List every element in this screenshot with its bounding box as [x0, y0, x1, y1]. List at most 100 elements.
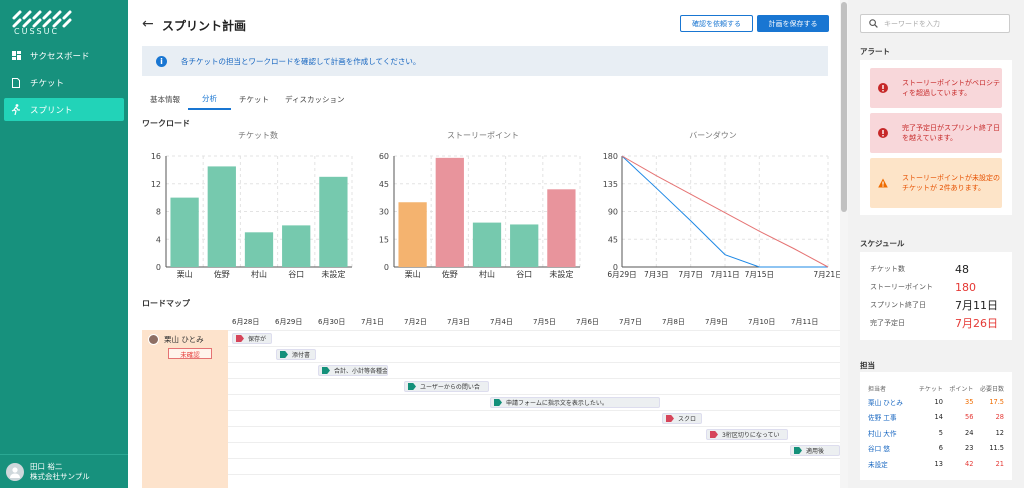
y-tick-label: 4: [156, 235, 161, 244]
schedule-label: 完了予定日: [870, 319, 905, 327]
schedule-label: チケット数: [870, 265, 905, 273]
roadmap-row-line: [228, 474, 842, 475]
ticket-count: 10: [934, 397, 943, 406]
search-box[interactable]: キーワードを入力: [860, 14, 1010, 33]
info-message: 各チケットの担当とワークロードを確認して計画を作成してください。: [181, 56, 421, 66]
point-count: 24: [965, 428, 974, 437]
logo-text: CUSSUC: [14, 27, 60, 36]
tab-tickets[interactable]: チケット: [231, 88, 277, 110]
roadmap-task[interactable]: 保存が: [232, 333, 272, 344]
roadmap-date: 7月7日: [619, 318, 642, 326]
x-tick-label: 佐野: [442, 269, 458, 279]
x-tick-label: 栗山: [405, 269, 421, 279]
roadmap-task[interactable]: 適用後: [790, 445, 840, 456]
bar: [435, 157, 464, 267]
bar: [282, 225, 311, 267]
tag-icon: [710, 431, 718, 438]
y-tick-label: 45: [608, 235, 618, 244]
roadmap-date: 7月3日: [447, 318, 470, 326]
y-tick-label: 0: [156, 263, 161, 272]
roadmap-date: 7月11日: [791, 318, 819, 326]
dashboard-icon: [10, 50, 22, 62]
roadmap-task[interactable]: ユーザーからの問い合: [404, 381, 489, 392]
schedule-row: 完了予定日 7月26日: [870, 314, 1005, 332]
back-arrow-icon[interactable]: ←: [142, 16, 154, 32]
page-title: スプリント計画: [162, 19, 247, 33]
point-count: 56: [965, 413, 974, 422]
task-label: ユーザーからの問い合: [420, 384, 480, 391]
table-row: 村山 大作 5 24 12: [868, 425, 1004, 441]
roadmap-task[interactable]: 3桁区切りになってい: [706, 429, 788, 440]
workload-heading: ワークロード: [142, 119, 190, 128]
assignee-link[interactable]: 佐野 工事: [868, 410, 912, 426]
burndown-line-chart: 045901351806月29日 7月3日 7月7日 7月11日 7月15日 7月21日: [603, 152, 842, 279]
nav-item-success-board[interactable]: サクセスボード: [4, 44, 124, 67]
request-review-button[interactable]: 確認を依頼する: [680, 15, 753, 32]
chart-title-points: ストーリーポイント: [447, 131, 519, 140]
table-row: 未設定 13 42 21: [868, 456, 1004, 472]
roadmap-task[interactable]: 申請フォームに指示文を表示したい。: [490, 397, 660, 408]
task-label: 合計、小計等各種金額: [334, 368, 388, 375]
roadmap-date: 7月2日: [404, 318, 427, 326]
roadmap-task[interactable]: 合計、小計等各種金額: [318, 365, 388, 376]
roadmap-task[interactable]: 添付書: [276, 349, 316, 360]
run-icon: [10, 104, 22, 116]
document-icon: [10, 77, 22, 89]
bar: [170, 197, 199, 267]
nav-label: サクセスボード: [30, 51, 90, 62]
col-assignee: 担当者: [868, 385, 887, 393]
save-plan-button[interactable]: 計画を保存する: [757, 15, 829, 32]
bar: [319, 176, 348, 267]
tag-icon: [408, 383, 416, 390]
nav-label: チケット: [30, 78, 65, 89]
tab-bar: 基本情報 分析 チケット ディスカッション: [142, 88, 352, 110]
schedule-value: 48: [955, 262, 969, 276]
alert-text: ストーリーポイントがベロシティを超過しています。: [902, 79, 1000, 97]
point-count: 23: [965, 444, 974, 453]
schedule-value: 7月26日: [955, 317, 998, 330]
task-label: 申請フォームに指示文を表示したい。: [506, 400, 608, 407]
schedule-label: ストーリーポイント: [870, 283, 933, 291]
nav-item-tickets[interactable]: チケット: [4, 71, 124, 94]
x-tick-label: 7月3日: [644, 270, 669, 279]
sidebar: CUSSUC サクセスボード チケット スプリント 田口 裕二 株式会社サンプル: [0, 0, 128, 488]
assignee-link[interactable]: 村山 大作: [868, 425, 912, 441]
col-points: ポイント: [949, 385, 974, 393]
roadmap-task[interactable]: スクロ: [662, 413, 702, 424]
y-tick-label: 30: [379, 208, 389, 217]
error-icon: [878, 83, 888, 93]
tag-icon: [322, 367, 330, 374]
alert-item: ストーリーポイントが未設定のチケットが 2件あります。: [870, 158, 1002, 208]
y-tick-label: 90: [608, 208, 618, 217]
tab-discussion[interactable]: ディスカッション: [277, 88, 352, 110]
main-scrollbar[interactable]: [840, 0, 848, 488]
alert-text: ストーリーポイントが未設定のチケットが 2件あります。: [902, 174, 1000, 192]
roadmap-heading: ロードマップ: [142, 299, 190, 308]
roadmap-row-line: [228, 442, 842, 443]
schedule-value: 180: [955, 280, 976, 294]
required-days: 17.5: [989, 397, 1004, 406]
x-tick-label: 7月11日: [710, 270, 739, 279]
main-content: ← スプリント計画 確認を依頼する 計画を保存する i 各チケットの担当とワーク…: [128, 0, 842, 488]
scrollbar-thumb[interactable]: [841, 2, 847, 212]
assignee-link[interactable]: 谷口 悠: [868, 441, 912, 457]
roadmap: 6月28日 6月29日 6月30日 7月1日 7月2日 7月3日 7月4日 7月5日 7月6日 7…: [142, 312, 842, 488]
task-label: 適用後: [806, 448, 825, 455]
user-company: 株式会社サンプル: [30, 471, 90, 481]
tab-basic-info[interactable]: 基本情報: [142, 88, 188, 110]
tickets-bar-chart: 0 4 8 12 16 栗山 佐野 村山 谷口 未設定: [151, 152, 353, 279]
assignee-link[interactable]: 栗山 ひとみ: [868, 394, 912, 410]
y-tick-label: 15: [379, 235, 389, 244]
task-label: 添付書: [292, 352, 311, 359]
ticket-count: 5: [938, 428, 943, 437]
assignee-link[interactable]: 未設定: [868, 456, 912, 472]
roadmap-date: 6月29日: [275, 318, 303, 326]
user-profile[interactable]: 田口 裕二 株式会社サンプル: [0, 454, 128, 488]
x-tick-label: 7月15日: [745, 270, 774, 279]
task-label: 保存が: [248, 336, 267, 343]
tab-analysis[interactable]: 分析: [188, 88, 231, 110]
points-bar-chart: 0 15 30 45 60 栗山 佐野 村山 谷口 未設定: [379, 152, 581, 279]
y-tick-label: 135: [603, 180, 618, 189]
nav-item-sprint[interactable]: スプリント: [4, 98, 124, 121]
x-tick-label: 村山: [251, 269, 267, 279]
